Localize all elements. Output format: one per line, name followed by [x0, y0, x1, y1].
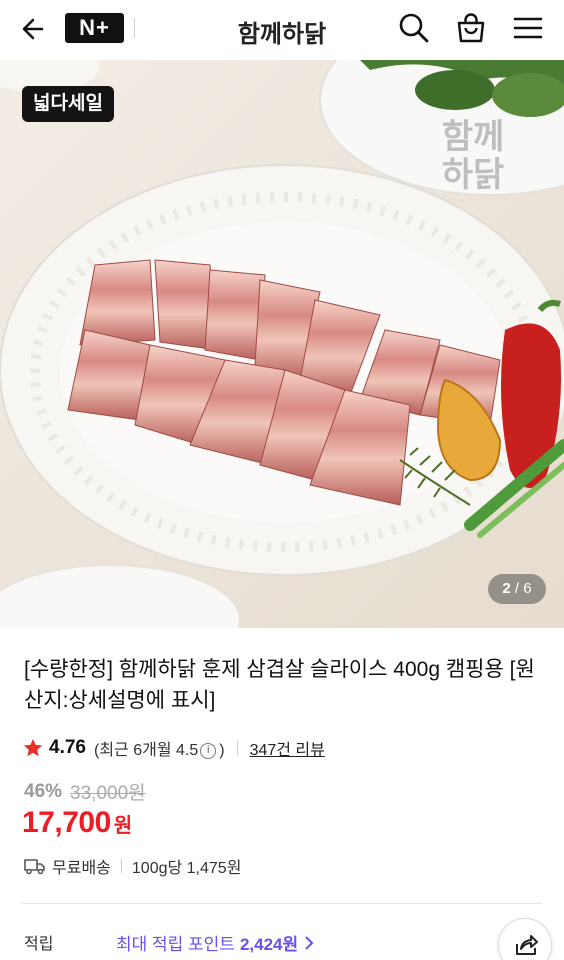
- image-page-indicator: 2 / 6: [488, 574, 546, 604]
- truck-icon: [24, 859, 45, 875]
- chevron-right-icon: [305, 935, 314, 950]
- recent-rating: (최근 6개월 4.5 i): [94, 736, 225, 760]
- rating-score: 4.76: [49, 737, 86, 758]
- naver-plus-logo[interactable]: N+: [65, 13, 124, 43]
- watermark-line-2: 하닭: [441, 156, 505, 194]
- back-arrow-icon[interactable]: [18, 13, 50, 45]
- unit-price: 100g당 1,475원: [131, 860, 242, 877]
- section-divider: [22, 903, 542, 904]
- sale-badge: 넓다세일: [22, 86, 114, 122]
- product-image-gallery[interactable]: 넓다세일 함께 하닭 2 / 6: [0, 60, 564, 628]
- points-link[interactable]: 최대 적립 포인트 2,424원: [116, 930, 314, 955]
- top-header: N+ 함께하닭: [0, 0, 564, 58]
- brand-watermark: 함께 하닭: [428, 118, 518, 194]
- shipping-row: 무료배송 100g당 1,475원: [24, 854, 241, 878]
- page-separator: /: [514, 580, 520, 597]
- product-title: [수량한정] 함께하닭 훈제 삼겹살 슬라이스 400g 캠핑용 [원산지:상세…: [24, 658, 535, 712]
- points-value: 2,424원: [239, 935, 299, 954]
- total-pages: 6: [523, 580, 532, 597]
- price-value: 17,700: [22, 806, 111, 839]
- menu-icon[interactable]: [511, 11, 545, 45]
- info-icon[interactable]: i: [200, 742, 217, 759]
- points-text: 최대 적립 포인트: [116, 935, 235, 954]
- price-currency: 원: [113, 815, 133, 837]
- current-page: 2: [502, 580, 511, 597]
- discount-percent: 46%: [24, 780, 63, 802]
- share-button[interactable]: [498, 918, 552, 960]
- rating-row: 4.76 (최근 6개월 4.5 i) 347건 리뷰: [22, 735, 325, 761]
- shipping-divider: [120, 859, 122, 873]
- original-price: 33,000원: [70, 783, 146, 804]
- recent-rating-close: ): [219, 742, 225, 759]
- rating-divider: [236, 741, 238, 755]
- header-divider: [134, 18, 135, 38]
- shipping-text: 무료배송: [52, 860, 111, 877]
- sale-price: 17,700 원: [22, 806, 132, 840]
- watermark-line-1: 함께: [441, 118, 505, 156]
- recent-rating-text: (최근 6개월 4.5: [93, 742, 199, 759]
- star-icon: [23, 738, 43, 757]
- search-icon[interactable]: [397, 11, 431, 45]
- share-icon: [516, 935, 538, 955]
- discount-row: 46% 33,000원: [24, 778, 146, 805]
- review-count-link[interactable]: 347건 리뷰: [250, 736, 325, 760]
- shopping-bag-icon[interactable]: [454, 11, 488, 45]
- points-label: 적립: [24, 936, 54, 953]
